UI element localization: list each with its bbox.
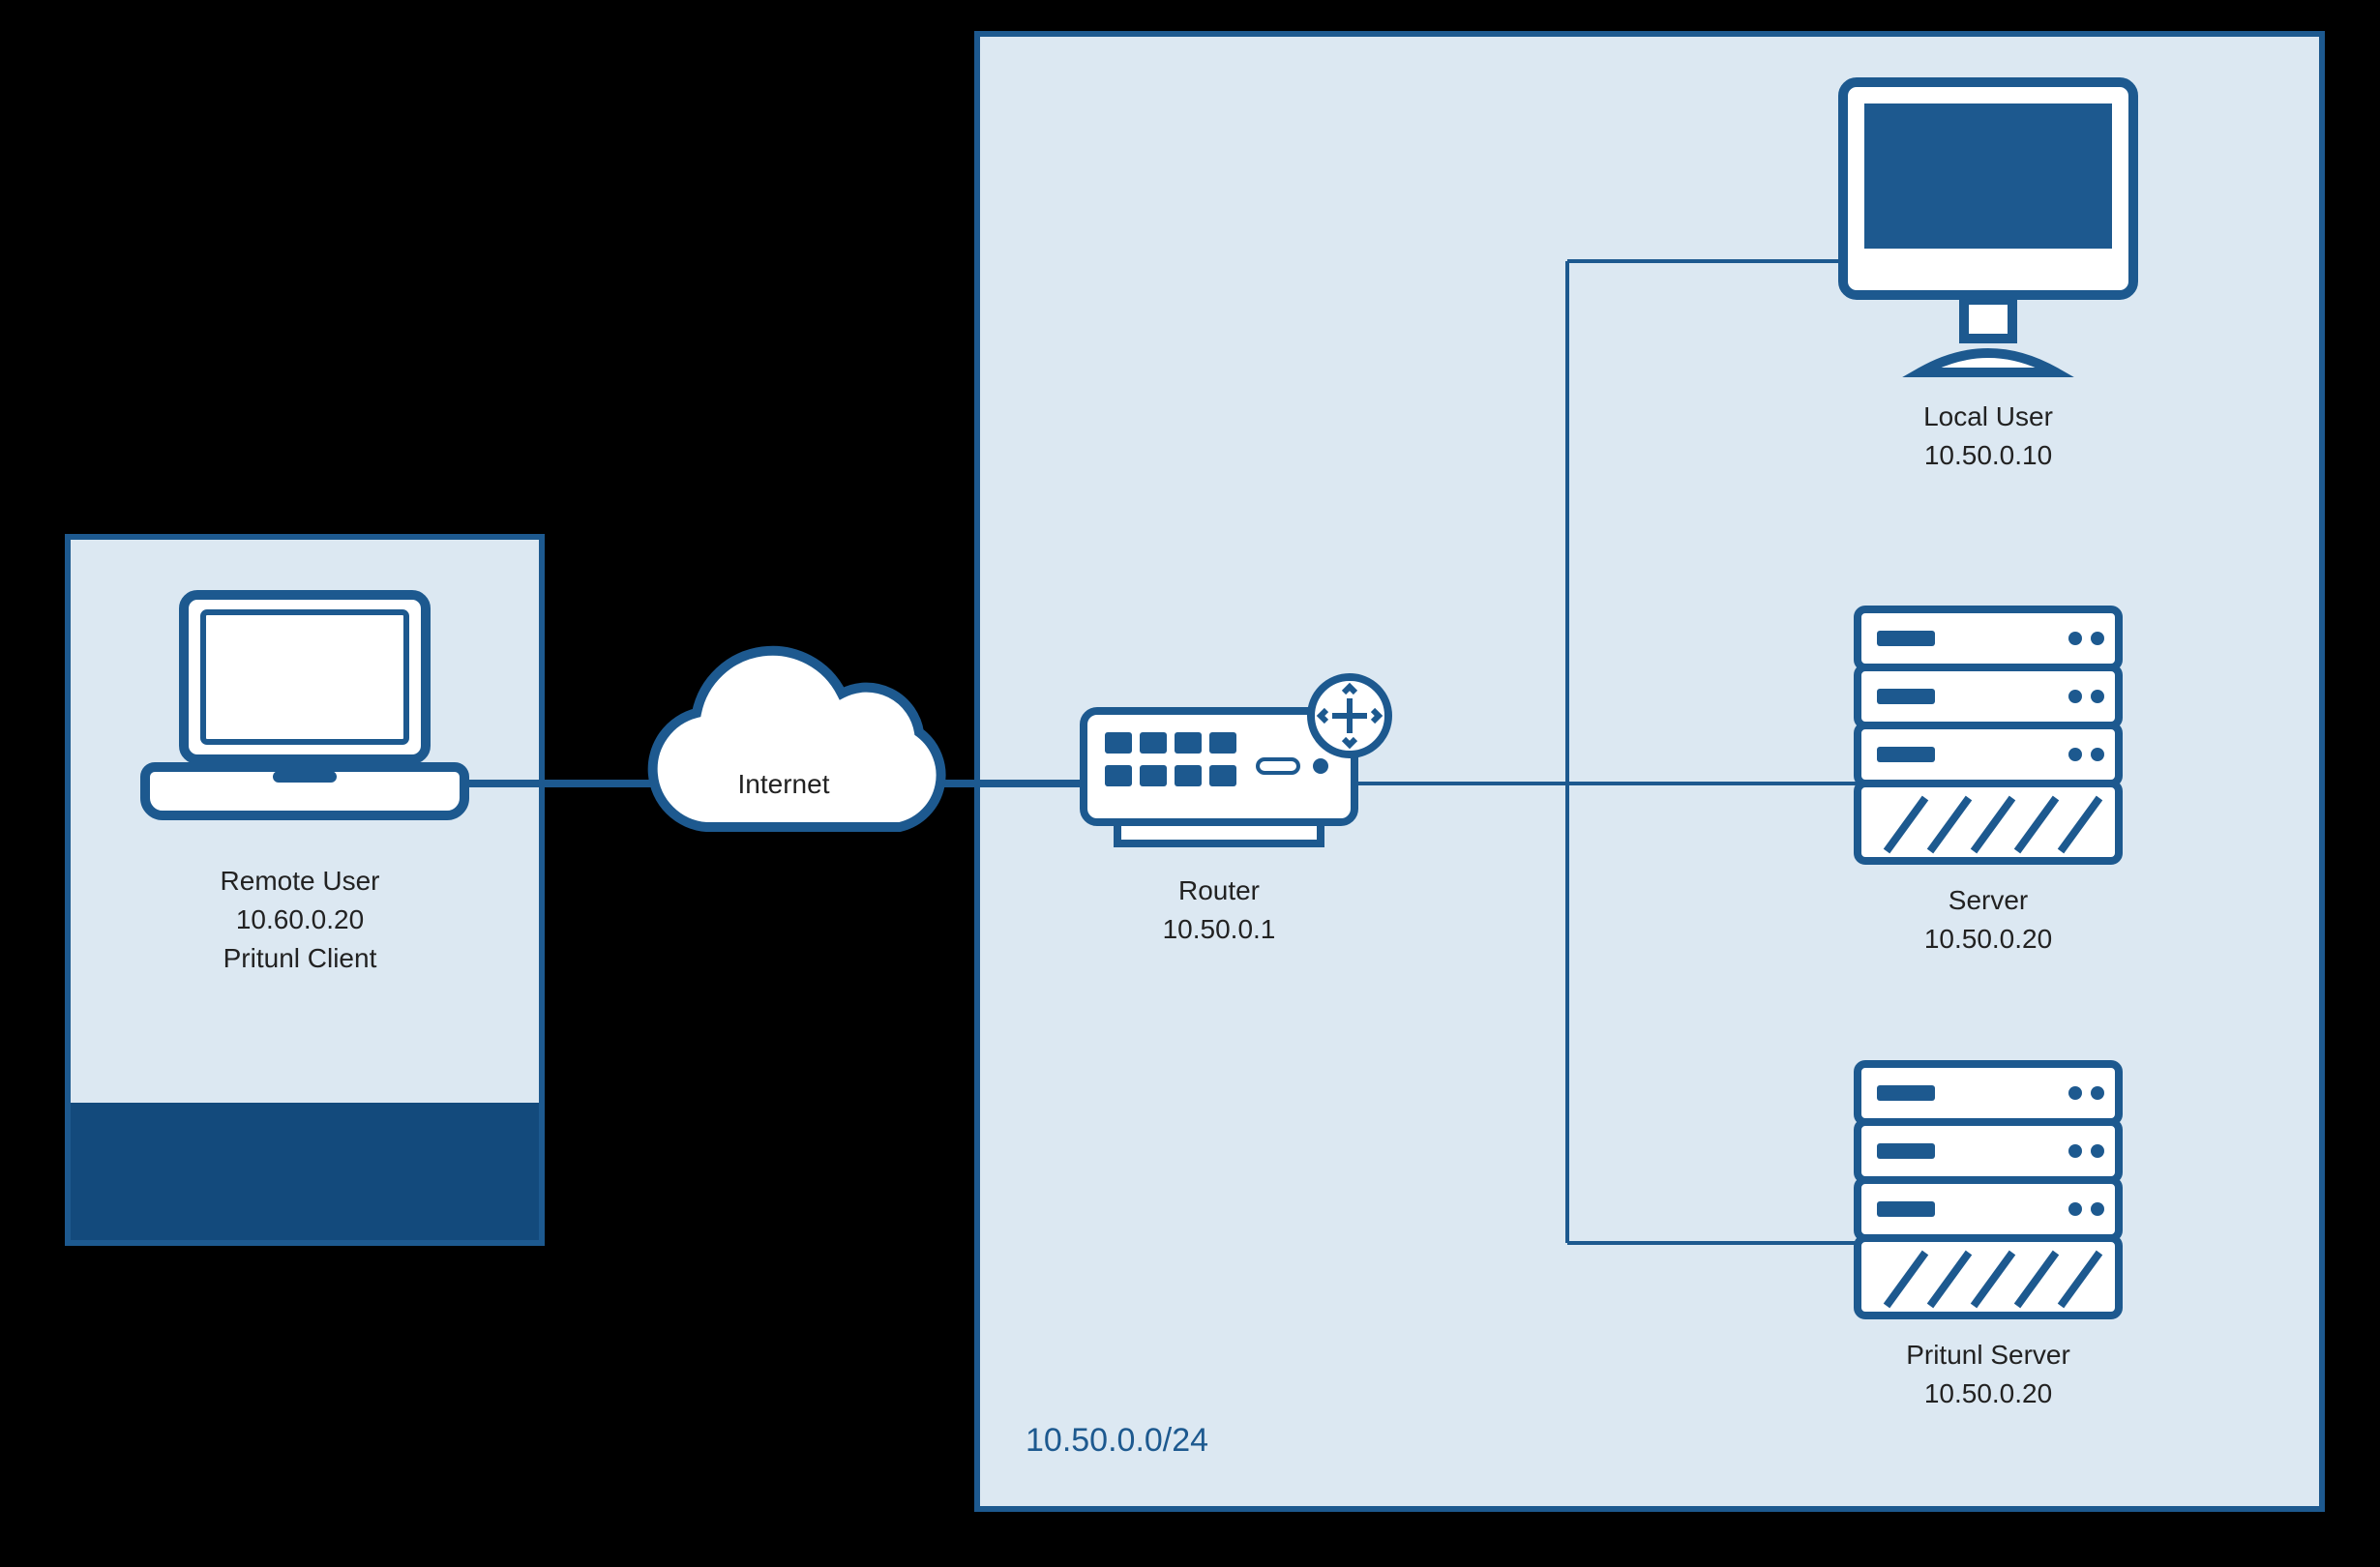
server-ip: 10.50.0.20 bbox=[1924, 924, 2052, 954]
pritunl-server-icon bbox=[1858, 1064, 2119, 1316]
local-user-title: Local User bbox=[1923, 401, 2053, 431]
remote-user-labels: Remote User 10.60.0.20 Pritunl Client bbox=[221, 866, 380, 973]
pritunl-server-ip: 10.50.0.20 bbox=[1924, 1378, 2052, 1408]
internet-label: Internet bbox=[738, 769, 830, 799]
remote-user-ip: 10.60.0.20 bbox=[236, 904, 364, 934]
server-icon bbox=[1858, 609, 2119, 861]
remote-user-role: Pritunl Client bbox=[223, 943, 377, 973]
remote-user-title: Remote User bbox=[221, 866, 380, 896]
local-user-ip: 10.50.0.10 bbox=[1924, 440, 2052, 470]
router-ip: 10.50.0.1 bbox=[1163, 914, 1276, 944]
server-title: Server bbox=[1949, 885, 2028, 915]
subnet-cidr: 10.50.0.0/24 bbox=[1026, 1422, 1208, 1459]
pritunl-server-title: Pritunl Server bbox=[1906, 1340, 2070, 1370]
laptop-icon bbox=[145, 595, 464, 815]
network-diagram: 10.50.0.0/24 Remote User 10.60.0.20 Prit… bbox=[0, 0, 2380, 1567]
cloud-icon: Internet bbox=[653, 651, 941, 827]
router-title: Router bbox=[1178, 875, 1260, 905]
